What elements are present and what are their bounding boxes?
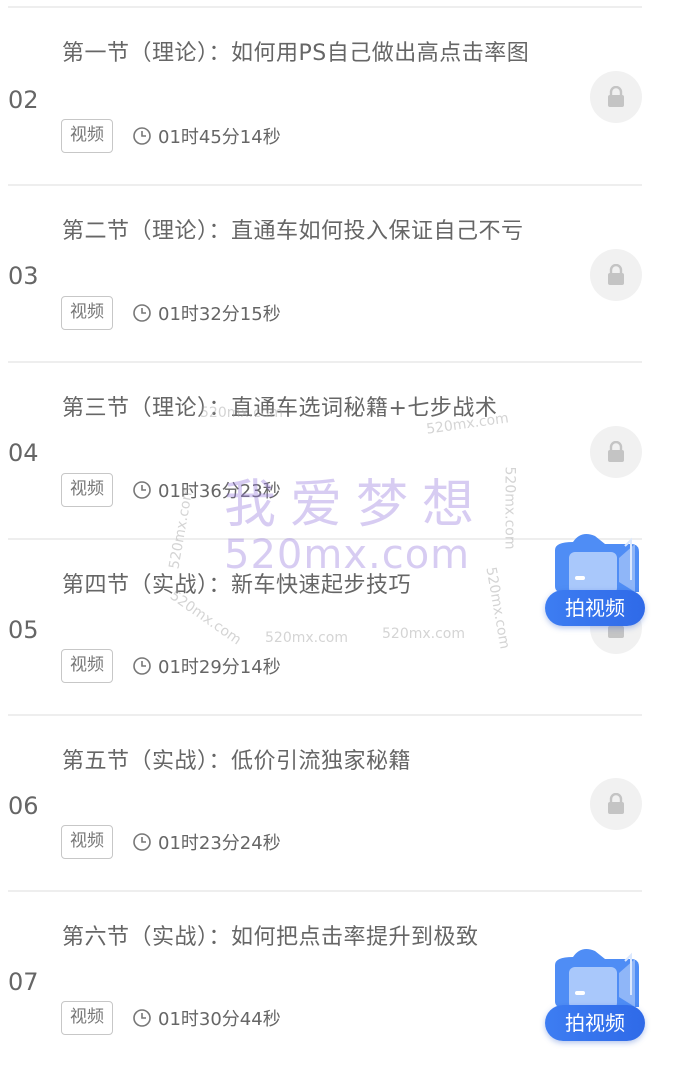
watermark-url: 520mx.com	[224, 532, 471, 578]
lesson-title: 第一节（理论）：如何用PS自己做出高点击率图	[62, 41, 530, 66]
lesson-title: 第六节（实战）：如何把点击率提升到极致	[62, 925, 479, 950]
lesson-title: 第二节（理论）：直通车如何投入保证自己不亏	[62, 219, 524, 244]
watermark-brand: 我爱梦想	[224, 475, 489, 535]
clock-icon	[133, 481, 151, 499]
duration-text: 01时32分15秒	[158, 304, 281, 325]
video-tag: 视频	[61, 473, 113, 507]
lock-button[interactable]	[590, 249, 642, 301]
lesson-number: 04	[8, 439, 39, 467]
lesson-number: 07	[8, 968, 39, 996]
lesson-title: 第五节（实战）：低价引流独家秘籍	[62, 749, 412, 774]
duration-text: 01时29分14秒	[158, 657, 281, 678]
duration: 01时32分15秒	[132, 296, 281, 330]
video-tag: 视频	[61, 825, 113, 859]
duration-text: 01时23分24秒	[158, 833, 281, 854]
shoot-video-label: 拍视频	[545, 590, 645, 626]
video-tag: 视频	[61, 1001, 113, 1035]
video-tag: 视频	[61, 119, 113, 153]
duration-text: 01时30分44秒	[158, 1009, 281, 1030]
watermark-small: 520mx.com	[382, 626, 465, 642]
shoot-video-button[interactable]: 拍视频	[545, 532, 653, 642]
lock-icon	[608, 793, 624, 814]
lesson-item[interactable]: 06 第五节（实战）：低价引流独家秘籍 视频 01时23分24秒	[0, 716, 673, 892]
duration: 01时45分14秒	[132, 119, 281, 153]
lesson-item[interactable]: 02 第一节（理论）：如何用PS自己做出高点击率图 视频 01时45分14秒	[0, 8, 673, 184]
duration: 01时23分24秒	[132, 825, 281, 859]
lesson-number: 02	[8, 86, 39, 114]
clock-icon	[133, 127, 151, 145]
clock-icon	[133, 657, 151, 675]
clock-icon	[133, 1009, 151, 1027]
duration: 01时29分14秒	[132, 649, 281, 683]
duration: 01时30分44秒	[132, 1001, 281, 1035]
video-tag: 视频	[61, 296, 113, 330]
lock-button[interactable]	[590, 426, 642, 478]
watermark-small: 520mx.com	[501, 466, 518, 550]
lock-icon	[608, 264, 624, 285]
lock-button[interactable]	[590, 71, 642, 123]
lock-icon	[608, 86, 624, 107]
watermark-small: 520mx.com	[200, 405, 283, 421]
shoot-video-button[interactable]: 拍视频	[545, 947, 653, 1057]
clock-icon	[133, 833, 151, 851]
duration-text: 01时45分14秒	[158, 127, 281, 148]
lesson-number: 03	[8, 262, 39, 290]
clock-icon	[133, 304, 151, 322]
lock-icon	[608, 441, 624, 462]
shoot-video-label: 拍视频	[545, 1005, 645, 1041]
lesson-item[interactable]: 03 第二节（理论）：直通车如何投入保证自己不亏 视频 01时32分15秒	[0, 186, 673, 362]
lesson-number: 06	[8, 792, 39, 820]
watermark-small: 520mx.com	[265, 630, 348, 646]
lesson-number: 05	[8, 616, 39, 644]
lock-button[interactable]	[590, 778, 642, 830]
video-tag: 视频	[61, 649, 113, 683]
